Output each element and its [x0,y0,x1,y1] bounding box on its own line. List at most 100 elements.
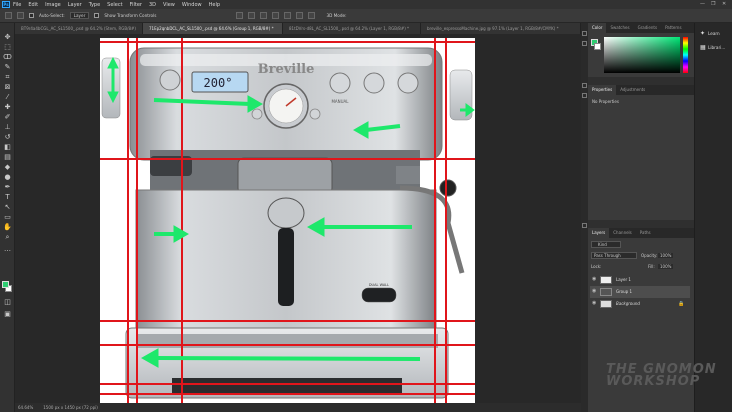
menu-view[interactable]: View [163,2,175,8]
lcd-temperature: 200° [204,76,233,90]
lightbulb-icon: ✦ [700,30,706,37]
tab-properties[interactable]: Properties [588,85,617,95]
tab-adjustments[interactable]: Adjustments [616,85,649,95]
tab-channels[interactable]: Channels [609,228,636,238]
dodge-tool-icon[interactable]: ● [3,173,12,182]
move-tool-icon[interactable] [5,12,12,19]
document-tab-active[interactable]: 71Ep2qnbDCL_AC_SL1500_.psd @ 64.6% (Grou… [143,23,283,34]
menu-window[interactable]: Window [182,2,202,8]
canvas-workspace[interactable]: 200° Breville MANUAL DUAL WALL [15,34,581,403]
screen-mode-icon[interactable]: ▣ [3,310,12,319]
opacity-input[interactable]: 100% [658,253,674,258]
path-select-tool-icon[interactable]: ↖ [3,203,12,212]
tab-color[interactable]: Color [588,23,607,33]
rectangle-tool-icon[interactable]: ▭ [3,213,12,222]
menu-edit[interactable]: Edit [28,2,38,8]
hand-tool-icon[interactable]: ✋ [3,223,12,232]
menu-type[interactable]: Type [89,2,100,8]
styles-panel-icon[interactable] [582,93,587,98]
hue-slider[interactable] [683,37,688,73]
eyedropper-tool-icon[interactable]: ⁄ [3,93,12,102]
tab-gradients[interactable]: Gradients [634,23,662,33]
tab-swatches[interactable]: Swatches [606,23,633,33]
layer-row[interactable]: ◉ Background 🔒 [590,298,690,310]
tab-paths[interactable]: Paths [636,228,655,238]
zoom-tool-icon[interactable]: ⌕ [3,233,12,242]
layer-thumbnail [600,300,612,308]
menu-filter[interactable]: Filter [130,2,142,8]
document-tab[interactable]: BT9r4a4bCGL_AC_SL1500_.psd @ 64.2% (Stem… [15,23,143,34]
clone-stamp-tool-icon[interactable]: ⊥ [3,123,12,132]
auto-select-dropdown[interactable]: Layer [69,12,90,19]
document-tab-bar: BT9r4a4bCGL_AC_SL1500_.psd @ 64.2% (Stem… [15,23,581,34]
eraser-tool-icon[interactable]: ◧ [3,143,12,152]
more-tools-icon[interactable]: … [3,245,12,254]
minimize-button[interactable]: — [700,1,705,7]
history-brush-tool-icon[interactable]: ↺ [3,133,12,142]
layers-panel-icon[interactable] [582,223,587,228]
history-panel-icon[interactable] [582,31,587,36]
quick-select-tool-icon[interactable]: ✎ [3,63,12,72]
more-options-icon[interactable] [308,12,316,19]
menu-layer[interactable]: Layer [68,2,82,8]
document-size: 1500 px x 1450 px (72 ppi) [43,405,98,410]
align-right-icon[interactable] [260,12,268,19]
align-middle-icon[interactable] [284,12,292,19]
foreground-color-swatch[interactable] [2,281,9,288]
layer-filter-dropdown[interactable]: Kind [591,241,621,248]
align-bottom-icon[interactable] [296,12,304,19]
layer-thumbnail [600,276,612,284]
auto-select-checkbox[interactable] [29,13,34,18]
small-knob-left [251,108,263,120]
zoom-level[interactable]: 64.64% [18,405,33,410]
tab-patterns[interactable]: Patterns [661,23,685,33]
color-picker-field[interactable] [604,37,680,73]
visibility-eye-icon[interactable]: ◉ [592,301,596,306]
libraries-button[interactable]: ▦ Librari... [698,43,730,53]
marquee-tool-icon[interactable]: ⬚ [3,43,12,52]
brush-tool-icon[interactable]: ✐ [3,113,12,122]
swatch-panel-icon[interactable] [582,41,587,46]
tab-layers[interactable]: Layers [588,228,610,238]
menu-select[interactable]: Select [107,2,122,8]
healing-brush-tool-icon[interactable]: ✚ [3,103,12,112]
gradient-tool-icon[interactable]: ▤ [3,153,12,162]
type-tool-icon[interactable]: T [3,193,12,202]
menu-image[interactable]: Image [45,2,61,8]
align-top-icon[interactable] [272,12,280,19]
document-tab[interactable]: breville_espressoMachine.jpg @ 97.1% (La… [421,23,581,34]
visibility-eye-icon[interactable]: ◉ [592,277,596,282]
document-tab[interactable]: 81tDVrs-d8L_AC_SL1500_.psd @ 64.2% (Laye… [283,23,421,34]
quick-mask-icon[interactable]: ◫ [3,298,12,307]
crop-tool-icon[interactable]: ⌗ [3,73,12,82]
gnomon-workshop-watermark: THE GNOMON WORKSHOP [606,362,717,389]
lasso-tool-icon[interactable]: ↀ [3,53,12,62]
layer-row[interactable]: ◉ Layer 1 [590,274,690,286]
adjustments-panel-icon[interactable] [582,83,587,88]
layer-row-selected[interactable]: ◉ Group 1 [590,286,690,298]
drip-badge [361,287,397,303]
portafilter-handle [278,228,294,306]
document-canvas[interactable]: 200° Breville MANUAL DUAL WALL [100,38,475,403]
group-head [237,157,333,195]
align-center-icon[interactable] [248,12,256,19]
move-tool-icon[interactable]: ✥ [3,33,12,42]
close-window-button[interactable]: ✕ [722,1,726,7]
menu-help[interactable]: Help [209,2,220,8]
tool-preset-icon[interactable] [17,12,24,19]
tools-panel: ✥ ⬚ ↀ ✎ ⌗ ⊠ ⁄ ✚ ✐ ⊥ ↺ ◧ ▤ ◆ ● ✒ T ↖ ▭ ✋ … [0,23,15,412]
menu-file[interactable]: File [13,2,21,8]
maximize-button[interactable]: ❐ [711,1,715,7]
align-left-icon[interactable] [236,12,244,19]
blend-mode-dropdown[interactable]: Pass Through [591,252,637,259]
fill-input[interactable]: 100% [658,264,674,269]
transform-controls-checkbox[interactable] [94,13,100,18]
small-knob-right [309,108,321,120]
blur-tool-icon[interactable]: ◆ [3,163,12,172]
learn-button[interactable]: ✦ Learn [698,29,730,39]
background-swatch[interactable] [594,43,601,50]
menu-3d[interactable]: 3D [149,2,156,8]
frame-tool-icon[interactable]: ⊠ [3,83,12,92]
pen-tool-icon[interactable]: ✒ [3,183,12,192]
visibility-eye-icon[interactable]: ◉ [592,289,596,294]
